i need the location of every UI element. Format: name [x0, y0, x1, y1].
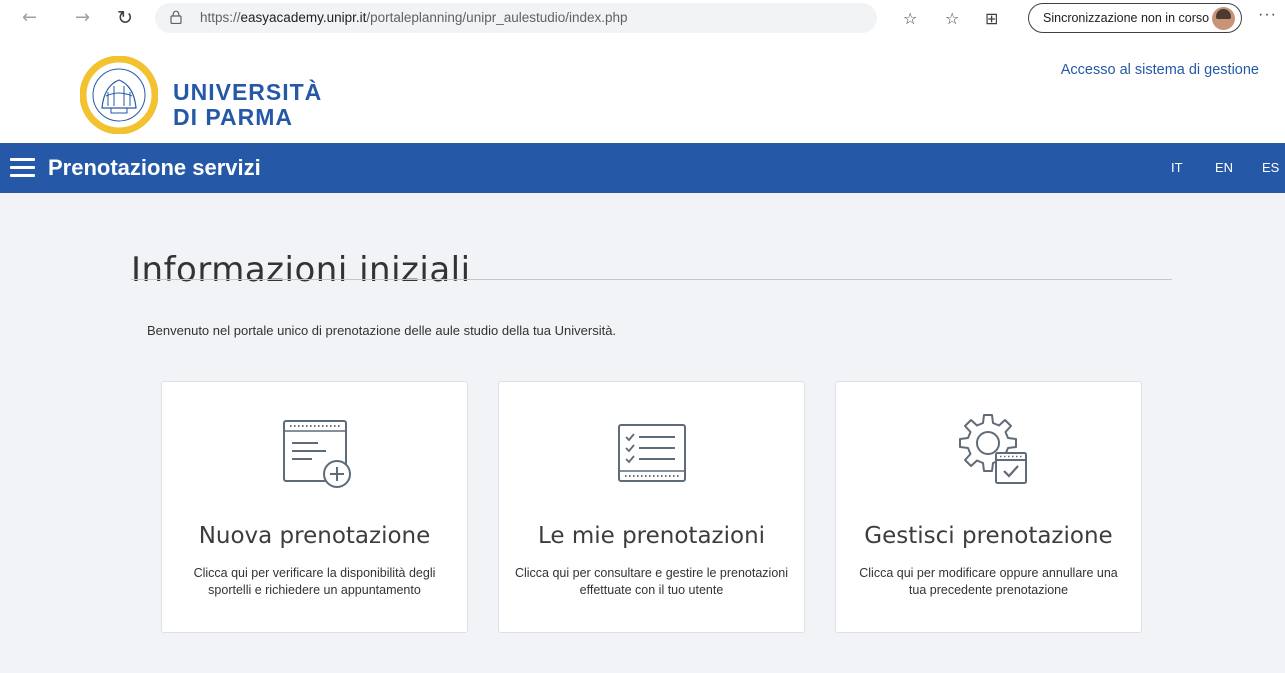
sync-profile-button[interactable]: Sincronizzazione non in corso [1028, 3, 1242, 33]
favorites-star-add-icon[interactable]: ☆ [903, 9, 917, 28]
main-navbar: Prenotazione servizi IT EN ES [0, 143, 1285, 193]
back-arrow-icon[interactable]: ← [22, 8, 37, 28]
avatar [1212, 7, 1235, 30]
card-description: Clicca qui per modificare oppure annulla… [859, 566, 1118, 597]
refresh-icon[interactable]: ↻ [117, 8, 133, 28]
browser-toolbar: ← → ↻ https://easyacademy.unipr.it/porta… [0, 0, 1285, 46]
card-title: Le mie prenotazioni [537, 523, 766, 549]
favorites-list-icon[interactable]: ☆ [945, 9, 959, 28]
university-seal-logo[interactable] [80, 56, 158, 134]
language-it[interactable]: IT [1171, 160, 1183, 175]
card-description: Clicca qui per verificare la disponibili… [193, 566, 436, 597]
calendar-add-icon [282, 420, 351, 488]
language-en[interactable]: EN [1215, 160, 1233, 175]
card-description: Clicca qui per consultare e gestire le p… [514, 566, 789, 597]
admin-access-link[interactable]: Accesso al sistema di gestione [1061, 62, 1259, 78]
logo-text-line2: DI PARMA [173, 104, 294, 130]
card-manage-booking[interactable]: Gestisci prenotazione Clicca qui per mod… [835, 381, 1142, 633]
card-title: Gestisci prenotazione [864, 523, 1113, 549]
logo-text-line1: UNIVERSITÀ [173, 79, 323, 105]
forward-arrow-icon[interactable]: → [75, 8, 90, 28]
card-title: Nuova prenotazione [198, 523, 431, 549]
site-header: UNIVERSITÀ DI PARMA Accesso al sistema d… [0, 46, 1285, 143]
card-my-bookings[interactable]: Le mie prenotazioni Clicca qui per consu… [498, 381, 805, 633]
lock-icon [170, 10, 182, 24]
collections-icon[interactable]: ⊞ [985, 9, 998, 28]
address-bar[interactable]: https://easyacademy.unipr.it/portaleplan… [155, 3, 877, 33]
title-divider [131, 279, 1172, 280]
hamburger-menu-icon[interactable] [10, 158, 35, 178]
language-es[interactable]: ES [1262, 160, 1279, 175]
welcome-text: Benvenuto nel portale unico di prenotazi… [147, 323, 617, 338]
sync-status-label: Sincronizzazione non in corso [1043, 11, 1210, 25]
gear-calendar-icon [958, 414, 1027, 484]
page-title: Informazioni iniziali [131, 250, 471, 290]
card-new-booking[interactable]: Nuova prenotazione Clicca qui per verifi… [161, 381, 468, 633]
more-icon[interactable]: ··· [1258, 6, 1277, 24]
url-text: https://easyacademy.unipr.it/portaleplan… [200, 10, 628, 25]
checklist-icon [617, 424, 686, 482]
navbar-title: Prenotazione servizi [48, 155, 261, 180]
